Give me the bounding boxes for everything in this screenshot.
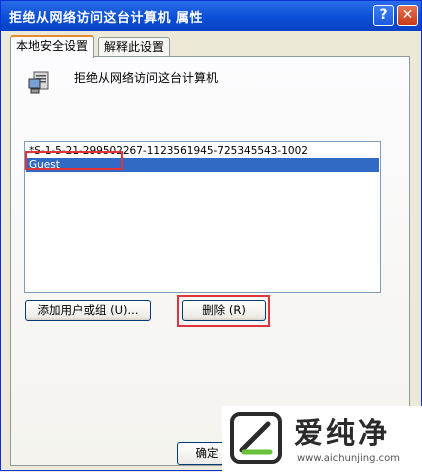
tab-explain-setting[interactable]: 解释此设置 — [98, 37, 171, 56]
add-user-or-group-button[interactable]: 添加用户或组 (U)... — [25, 300, 151, 321]
help-button[interactable]: ? — [373, 5, 394, 26]
close-button[interactable]: ✕ — [397, 5, 418, 26]
tab-local-security-setting[interactable]: 本地安全设置 — [10, 35, 95, 58]
window-title: 拒绝从网络访问这台计算机 属性 — [9, 11, 204, 26]
properties-dialog: 拒绝从网络访问这台计算机 属性 ? ✕ 本地安全设置 解释此设置 拒绝从网络访问… — [0, 0, 422, 472]
policy-computer-icon — [28, 71, 49, 94]
watermark: 爱纯净 www.aichunjing.com — [222, 406, 422, 472]
highlight-box-remove — [177, 295, 270, 327]
watermark-url: www.aichunjing.com — [297, 453, 400, 464]
tab-panel: 拒绝从网络访问这台计算机 *S-1-5-21-299502267-1123561… — [10, 56, 410, 466]
watermark-logo-icon — [230, 412, 282, 464]
highlight-box-guest — [25, 151, 123, 170]
title-bar[interactable]: 拒绝从网络访问这台计算机 属性 ? ✕ — [1, 1, 421, 31]
watermark-text: 爱纯净 — [294, 416, 391, 450]
policy-title: 拒绝从网络访问这台计算机 — [74, 71, 219, 85]
